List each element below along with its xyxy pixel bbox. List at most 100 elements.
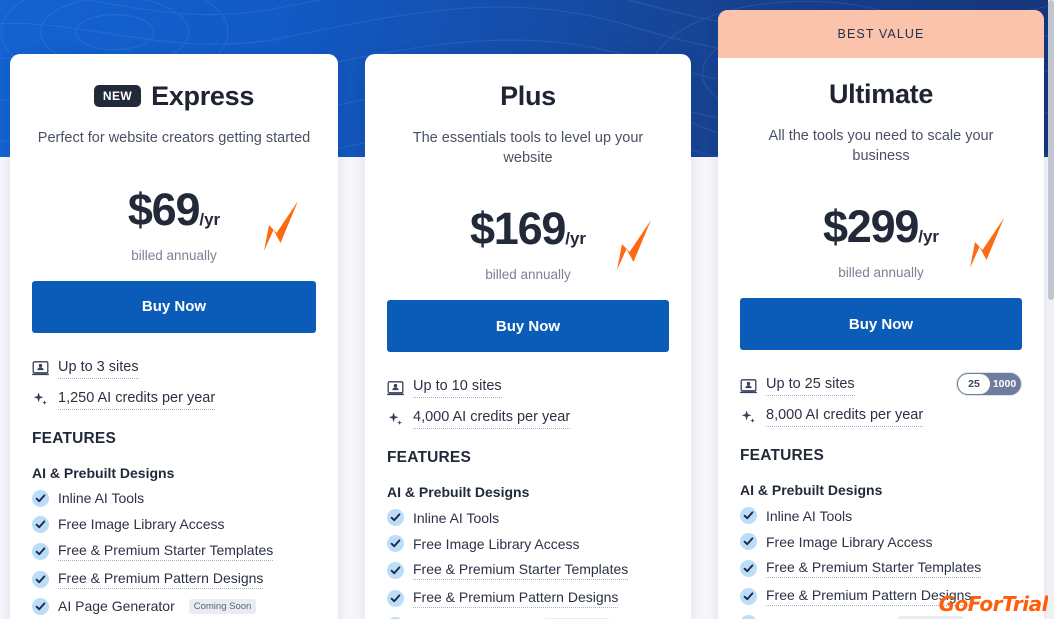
- feature-item: Free & Premium Pattern Designs: [32, 570, 316, 589]
- plan-title-row: NEW Express: [32, 76, 316, 116]
- check-circle-icon: [387, 590, 404, 608]
- plan-tagline: The essentials tools to level up your we…: [412, 130, 644, 166]
- features-heading: FEATURES: [387, 449, 471, 467]
- plan-name: Ultimate: [828, 78, 934, 109]
- card-header-plus: Plus The essentials tools to level up you…: [365, 54, 691, 168]
- feature-group-title: AI & Prebuilt Designs: [387, 484, 530, 501]
- check-circle-icon: [387, 562, 404, 580]
- feature-group-title: AI & Prebuilt Designs: [32, 464, 175, 481]
- credits-toggle[interactable]: 25 1000: [956, 372, 1022, 397]
- ai-sparkle-icon: [741, 410, 755, 423]
- credits-row: 4,000 AI credits per year: [387, 409, 669, 430]
- coming-soon-badge: Coming Soon: [188, 598, 257, 614]
- check-circle-icon: [740, 533, 757, 551]
- feature-item: Free Image Library Access: [387, 535, 669, 553]
- feature-item: Free & Premium Starter Templates: [32, 542, 316, 561]
- sites-label: Up to 10 sites: [413, 378, 502, 399]
- feature-item: Inline AI Tools: [32, 489, 316, 507]
- pricing-card-express: NEW Express Perfect for website creators g…: [10, 54, 338, 619]
- sites-row: Up to 25 sites 25 1000: [740, 372, 1022, 397]
- plan-tagline: Perfect for website creators getting sta…: [37, 130, 311, 146]
- sites-monitor-icon: [32, 361, 49, 376]
- plan-meta: Up to 10 sites 4,000 AI credits per year: [387, 378, 669, 430]
- buy-now-button-plus[interactable]: Buy Now: [387, 300, 669, 353]
- feature-item: Free & Premium Starter Templates: [740, 559, 1022, 579]
- feature-label: Free Image Library Access: [58, 516, 225, 533]
- feature-label: Free & Premium Starter Templates: [766, 559, 982, 579]
- plan-name: Plus: [500, 80, 556, 111]
- billing-period: /yr: [565, 229, 587, 249]
- card-header-ultimate: Ultimate All the tools you need to scale …: [718, 58, 1044, 166]
- price-block: $69/yr billed annually: [10, 187, 338, 263]
- feature-label: AI Page Generator: [766, 616, 883, 619]
- buy-now-button-ultimate[interactable]: Buy Now: [740, 298, 1022, 351]
- credits-toggle-other: 1000: [992, 378, 1017, 391]
- check-circle-icon: [387, 509, 404, 527]
- page-scrollbar-thumb[interactable]: [1048, 0, 1054, 300]
- check-circle-icon: [741, 615, 756, 619]
- sites-label: Up to 3 sites: [58, 359, 139, 379]
- billing-period: /yr: [199, 209, 221, 229]
- gofortrial-watermark: GoForTrial: [938, 592, 1049, 616]
- plan-name: Express: [151, 80, 255, 111]
- feature-item: Free & Premium Pattern Designs: [387, 589, 669, 609]
- check-circle-icon: [740, 560, 757, 578]
- feature-label: Inline AI Tools: [58, 490, 145, 507]
- sites-row: Up to 10 sites: [387, 378, 669, 399]
- pricing-card-plus: Plus The essentials tools to level up you…: [365, 54, 691, 619]
- sites-monitor-icon: [387, 380, 404, 395]
- pointing-arrow-icon: [264, 200, 298, 251]
- best-value-ribbon: BEST VALUE: [718, 10, 1044, 58]
- check-circle-icon: [740, 507, 757, 525]
- new-badge: NEW: [93, 85, 142, 107]
- feature-label: Inline AI Tools: [413, 509, 500, 526]
- pricing-cards-container: NEW Express Perfect for website creators g…: [0, 0, 1054, 619]
- feature-group-title: AI & Prebuilt Designs: [740, 482, 883, 499]
- feature-list: Inline AI Tools Free Image Library Access…: [387, 509, 669, 619]
- feature-item: Free Image Library Access: [740, 533, 1022, 551]
- buy-now-button-express[interactable]: Buy Now: [32, 280, 316, 333]
- credits-row: 8,000 AI credits per year: [740, 407, 1022, 428]
- check-circle-icon: [387, 535, 404, 553]
- check-circle-icon: [32, 542, 49, 560]
- check-circle-icon: [32, 570, 49, 588]
- feature-label: Inline AI Tools: [766, 507, 853, 524]
- credits-label: 1,250 AI credits per year: [58, 390, 216, 410]
- price-block: $299/yr billed annually: [718, 204, 1044, 280]
- feature-item: AI Page Generator Coming Soon: [32, 597, 316, 615]
- feature-item: Inline AI Tools: [740, 507, 1022, 525]
- pricing-card-ultimate: BEST VALUE Ultimate All the tools you need…: [718, 10, 1044, 619]
- plan-title-row: Plus: [387, 76, 669, 116]
- ai-sparkle-icon: [33, 392, 47, 405]
- pointing-arrow-icon: [617, 220, 651, 271]
- feature-item: Free & Premium Starter Templates: [387, 561, 669, 581]
- card-header-express: NEW Express Perfect for website creators g…: [10, 54, 338, 149]
- feature-label: Free & Premium Starter Templates: [413, 561, 629, 581]
- feature-label: Free & Premium Pattern Designs: [58, 570, 264, 589]
- sites-monitor-icon: [740, 378, 757, 393]
- feature-label: Free Image Library Access: [766, 533, 933, 550]
- plan-title-row: Ultimate: [740, 74, 1022, 114]
- feature-list: Inline AI Tools Free Image Library Access…: [32, 489, 316, 615]
- price-block: $169/yr billed annually: [365, 206, 691, 282]
- credits-toggle-selected: 25: [958, 374, 990, 395]
- sites-row: Up to 3 sites: [32, 359, 316, 379]
- plan-tagline: All the tools you need to scale your bus…: [768, 128, 994, 164]
- ai-sparkle-icon: [388, 412, 402, 425]
- billing-period: /yr: [918, 227, 940, 247]
- sites-label: Up to 25 sites: [766, 376, 855, 397]
- features-heading: FEATURES: [740, 447, 824, 465]
- feature-item: Inline AI Tools: [387, 509, 669, 527]
- feature-label: AI Page Generator: [58, 598, 175, 615]
- pointing-arrow-icon: [970, 218, 1004, 269]
- plan-meta: Up to 25 sites 25 1000 8,000 AI credits per…: [740, 372, 1022, 428]
- feature-label: Free Image Library Access: [413, 535, 580, 552]
- check-circle-icon: [740, 588, 757, 606]
- plan-meta: Up to 3 sites 1,250 AI credits per year: [32, 359, 316, 410]
- feature-label: Free & Premium Pattern Designs: [413, 589, 619, 609]
- check-circle-icon: [32, 489, 49, 507]
- feature-label: Free & Premium Starter Templates: [58, 542, 274, 561]
- feature-item: Free Image Library Access: [32, 515, 316, 533]
- credits-row: 1,250 AI credits per year: [32, 390, 316, 410]
- credits-label: 8,000 AI credits per year: [766, 407, 924, 428]
